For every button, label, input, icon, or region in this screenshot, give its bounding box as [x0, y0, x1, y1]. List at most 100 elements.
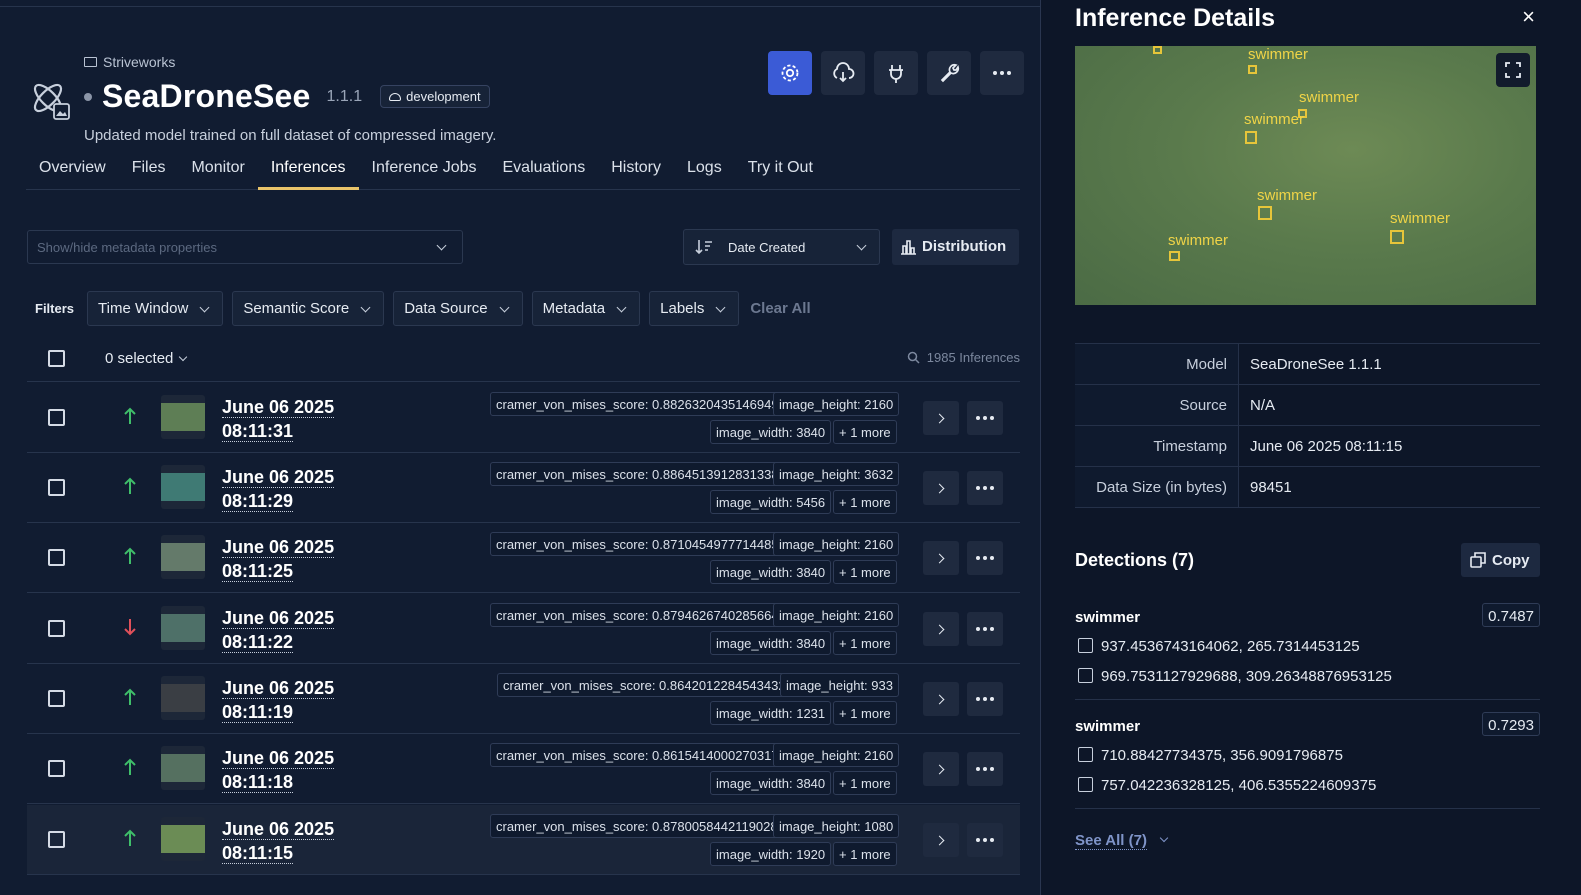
filter-labels[interactable]: Labels: [649, 291, 740, 326]
row-date[interactable]: June 06 2025: [222, 397, 335, 418]
open-row-button[interactable]: [923, 401, 959, 435]
row-date[interactable]: June 06 2025: [222, 748, 335, 769]
metadata-chip: cramer_von_mises_score: 0.87104549777144…: [490, 532, 785, 556]
open-row-button[interactable]: [923, 471, 959, 505]
tab-inference-jobs[interactable]: Inference Jobs: [359, 150, 490, 190]
more-chip[interactable]: + 1 more: [833, 560, 897, 584]
metadata-chip: image_width: 3840: [710, 560, 832, 584]
distribution-button[interactable]: Distribution: [892, 229, 1019, 265]
row-checkbox[interactable]: [48, 620, 65, 637]
row-date[interactable]: June 06 2025: [222, 678, 335, 699]
selection-dropdown[interactable]: 0 selected: [105, 350, 188, 367]
row-time[interactable]: 08:11:31: [222, 421, 294, 442]
row-date[interactable]: June 06 2025: [222, 467, 335, 488]
copy-label: Copy: [1492, 552, 1530, 569]
open-row-button[interactable]: [923, 823, 959, 857]
row-options-button[interactable]: [967, 823, 1003, 857]
open-row-button[interactable]: [923, 682, 959, 716]
row-options-button[interactable]: [967, 401, 1003, 435]
metadata-properties-select[interactable]: Show/hide metadata properties: [27, 230, 463, 264]
plugin-button[interactable]: [874, 51, 918, 95]
settings-button[interactable]: [768, 51, 812, 95]
tab-monitor[interactable]: Monitor: [178, 150, 257, 190]
ellipsis-icon: [976, 486, 994, 490]
more-chip[interactable]: + 1 more: [833, 490, 897, 514]
org-name[interactable]: Striveworks: [103, 54, 175, 70]
more-chip[interactable]: + 1 more: [833, 631, 897, 655]
tab-evaluations[interactable]: Evaluations: [490, 150, 599, 190]
row-options-button[interactable]: [967, 682, 1003, 716]
table-row[interactable]: June 06 2025 08:11:19 cramer_von_mises_sco…: [27, 664, 1020, 734]
open-row-button[interactable]: [923, 612, 959, 646]
row-date[interactable]: June 06 2025: [222, 608, 335, 629]
table-row[interactable]: June 06 2025 08:11:31 cramer_von_mises_sco…: [27, 383, 1020, 453]
open-row-button[interactable]: [923, 541, 959, 575]
row-checkbox[interactable]: [48, 760, 65, 777]
deploy-button[interactable]: [821, 51, 865, 95]
row-options-button[interactable]: [967, 752, 1003, 786]
metadata-chip: image_width: 5456: [710, 490, 832, 514]
table-row[interactable]: June 06 2025 08:11:29 cramer_von_mises_sco…: [27, 453, 1020, 523]
tools-button[interactable]: [927, 51, 971, 95]
breadcrumb[interactable]: Striveworks: [84, 54, 175, 70]
sort-select[interactable]: Date Created: [683, 229, 880, 265]
tab-try-it-out[interactable]: Try it Out: [735, 150, 826, 190]
row-options-button[interactable]: [967, 612, 1003, 646]
tab-inferences[interactable]: Inferences: [257, 150, 359, 190]
thumbnail[interactable]: [161, 395, 205, 439]
thumbnail[interactable]: [161, 465, 205, 509]
open-row-button[interactable]: [923, 752, 959, 786]
filter-time-window[interactable]: Time Window: [87, 291, 224, 326]
table-row[interactable]: June 06 2025 08:11:25 cramer_von_mises_sco…: [27, 523, 1020, 593]
detection-score: 0.7293: [1482, 712, 1540, 736]
row-time[interactable]: 08:11:19: [222, 702, 294, 723]
table-row[interactable]: June 06 2025 08:11:18 cramer_von_mises_sco…: [27, 734, 1020, 804]
box-label: swimmer: [1244, 111, 1304, 128]
copy-button[interactable]: Copy: [1461, 543, 1540, 577]
divider: [1075, 699, 1540, 700]
table-row[interactable]: June 06 2025 08:11:22 cramer_von_mises_sco…: [27, 594, 1020, 664]
more-chip[interactable]: + 1 more: [833, 701, 897, 725]
row-options-button[interactable]: [967, 541, 1003, 575]
row-time[interactable]: 08:11:22: [222, 632, 294, 653]
selected-count: 0 selected: [105, 350, 174, 367]
see-all-button[interactable]: See All (7): [1075, 832, 1169, 850]
thumbnail[interactable]: [161, 606, 205, 650]
row-checkbox[interactable]: [48, 549, 65, 566]
row-checkbox[interactable]: [48, 831, 65, 848]
row-date[interactable]: June 06 2025: [222, 537, 335, 558]
filter-semantic-score[interactable]: Semantic Score: [232, 291, 385, 326]
filter-data-source[interactable]: Data Source: [393, 291, 523, 326]
more-chip[interactable]: + 1 more: [833, 420, 897, 444]
bounding-box: [1390, 230, 1404, 244]
more-chip[interactable]: + 1 more: [833, 842, 897, 866]
tab-overview[interactable]: Overview: [26, 150, 119, 190]
row-time[interactable]: 08:11:25: [222, 561, 294, 582]
more-options-button[interactable]: [980, 51, 1024, 95]
chevron-right-icon: [934, 483, 945, 493]
row-options-button[interactable]: [967, 471, 1003, 505]
select-all-checkbox[interactable]: [48, 350, 65, 367]
row-time[interactable]: 08:11:29: [222, 491, 294, 512]
tab-files[interactable]: Files: [119, 150, 179, 190]
tab-logs[interactable]: Logs: [674, 150, 735, 190]
tab-history[interactable]: History: [598, 150, 674, 190]
row-checkbox[interactable]: [48, 690, 65, 707]
thumbnail[interactable]: [161, 817, 205, 861]
table-row[interactable]: June 06 2025 08:11:15 cramer_von_mises_sco…: [27, 805, 1020, 875]
metadata-chip: image_width: 1920: [710, 842, 832, 866]
filter-label: Metadata: [542, 300, 606, 317]
thumbnail[interactable]: [161, 746, 205, 790]
row-time[interactable]: 08:11:15: [222, 843, 294, 864]
filter-metadata[interactable]: Metadata: [531, 291, 641, 326]
row-checkbox[interactable]: [48, 409, 65, 426]
more-chip[interactable]: + 1 more: [833, 771, 897, 795]
expand-button[interactable]: [1496, 53, 1530, 87]
clear-all-button[interactable]: Clear All: [750, 300, 810, 317]
row-checkbox[interactable]: [48, 479, 65, 496]
thumbnail[interactable]: [161, 676, 205, 720]
row-time[interactable]: 08:11:18: [222, 772, 294, 793]
row-date[interactable]: June 06 2025: [222, 819, 335, 840]
close-icon[interactable]: ×: [1522, 4, 1535, 30]
thumbnail[interactable]: [161, 535, 205, 579]
